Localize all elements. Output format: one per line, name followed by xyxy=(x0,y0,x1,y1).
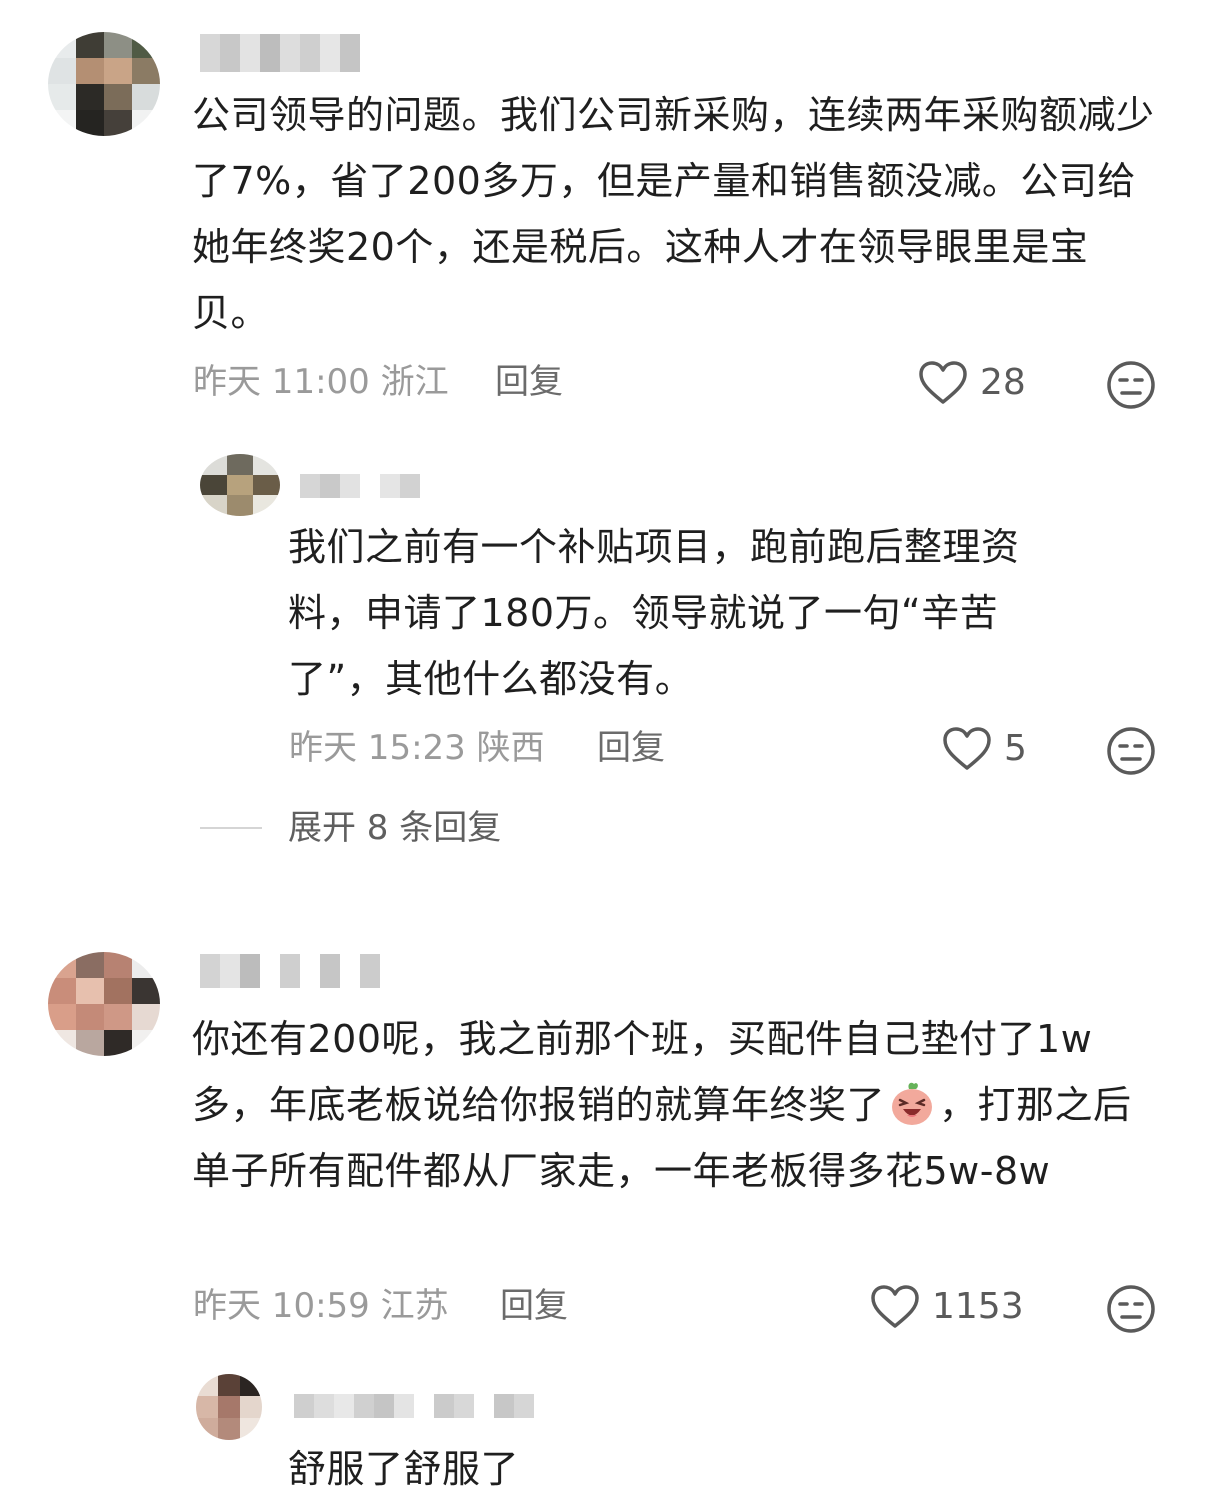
like-count: 28 xyxy=(980,362,1026,403)
reply-button[interactable]: 回复 xyxy=(500,1284,568,1328)
reply-reply-button[interactable]: 回复 xyxy=(597,726,665,770)
comment-text: 公司领导的问题。我们公司新采购，连续两年采购额减少了7%，省了200多万，但是产… xyxy=(192,93,1155,335)
laughing-emoji-icon xyxy=(892,1082,933,1125)
reply-button[interactable]: 回复 xyxy=(495,360,563,404)
dislike-button[interactable] xyxy=(1106,1284,1156,1338)
avatar[interactable] xyxy=(48,952,160,1056)
heart-outline-icon xyxy=(919,361,967,404)
reply-dislike-button[interactable] xyxy=(1106,726,1156,780)
reply-like-count: 5 xyxy=(1004,728,1027,769)
reply-like-button[interactable]: 5 xyxy=(942,726,1027,772)
meh-face-icon xyxy=(1107,361,1155,409)
meh-face-icon xyxy=(1107,727,1155,775)
expand-replies-label: 展开 8 条回复 xyxy=(288,808,502,848)
reply-meta: 昨天 15:23 陕西 xyxy=(289,728,545,768)
username-blurred[interactable] xyxy=(200,954,380,988)
reply-username-blurred[interactable] xyxy=(294,1394,534,1418)
meh-face-icon xyxy=(1107,1285,1155,1333)
comment-meta: 昨天 10:59 江苏 xyxy=(193,1286,449,1326)
heart-outline-icon xyxy=(871,1285,919,1328)
reply-avatar[interactable] xyxy=(200,454,280,516)
reply-text: 舒服了舒服了 xyxy=(288,1447,520,1491)
like-button[interactable]: 1153 xyxy=(870,1284,1024,1330)
dislike-button[interactable] xyxy=(1106,360,1156,414)
like-button[interactable]: 28 xyxy=(918,360,1026,406)
reply-avatar[interactable] xyxy=(196,1374,262,1440)
username-blurred[interactable] xyxy=(200,34,360,72)
reply-username-blurred[interactable] xyxy=(300,474,420,498)
like-count: 1153 xyxy=(932,1286,1024,1327)
reply-text: 我们之前有一个补贴项目，跑前跑后整理资料，申请了180万。领导就说了一句“辛苦了… xyxy=(288,525,1020,701)
comment-text: 你还有200呢，我之前那个班，买配件自己垫付了1w多，年底老板说给你报销的就算年… xyxy=(192,1006,1162,1204)
comment-meta: 昨天 11:00 浙江 xyxy=(193,362,449,402)
expand-replies-button[interactable]: 展开 8 条回复 xyxy=(200,806,501,850)
avatar[interactable] xyxy=(48,32,160,136)
heart-outline-icon xyxy=(943,727,991,770)
divider-line xyxy=(200,827,262,829)
